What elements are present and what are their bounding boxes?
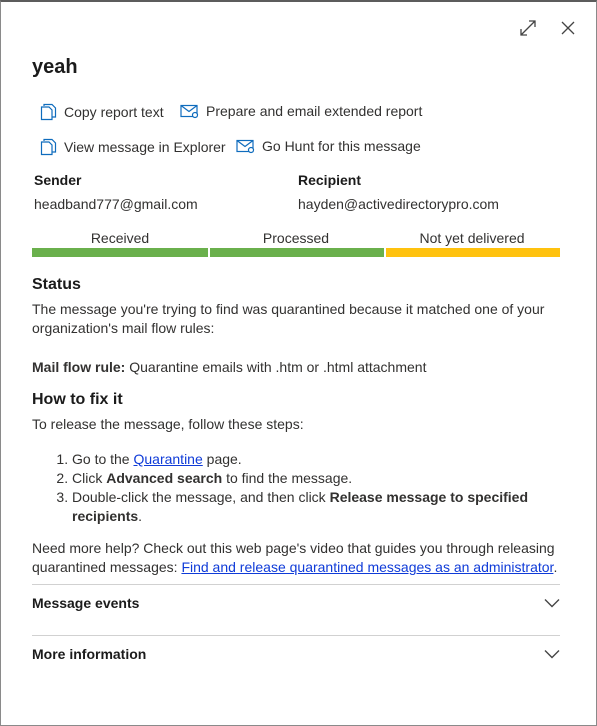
copy-icon [40,103,57,121]
go-hunt-label: Go Hunt for this message [262,138,421,154]
quarantine-link[interactable]: Quarantine [133,451,202,467]
message-events-section[interactable]: Message events [32,591,560,615]
more-information-label: More information [32,646,147,662]
help-text: Need more help? Check out this web page'… [32,539,562,577]
expand-button[interactable] [514,14,542,42]
prepare-email-label: Prepare and email extended report [206,103,423,119]
message-events-label: Message events [32,595,140,611]
mail-flow-rule-label: Mail flow rule: [32,359,126,375]
panel-title: yeah [32,56,78,78]
status-heading: Status [32,276,81,293]
step-text: Click [72,470,107,486]
fix-step: Click Advanced search to find the messag… [72,469,592,488]
email-icon [236,139,255,154]
view-in-explorer-button[interactable]: View message in Explorer [40,138,226,156]
view-in-explorer-label: View message in Explorer [64,139,226,155]
chevron-down-icon [544,650,560,659]
help-text-end: . [553,559,558,575]
step-bold-text: Advanced search [106,470,223,486]
step-text: Go to the [72,451,134,467]
stage-not-yet-delivered: Not yet delivered [384,229,560,257]
stage-label: Processed [262,230,330,246]
divider [32,584,560,585]
chevron-down-icon [544,599,560,608]
delivery-progress: Received Processed Not yet delivered [32,229,560,257]
copy-report-button[interactable]: Copy report text [40,103,164,121]
go-hunt-button[interactable]: Go Hunt for this message [236,138,421,154]
sender-label: Sender [34,172,82,188]
stage-label: Received [90,230,150,246]
step-text: . [138,508,143,524]
stage-processed: Processed [208,229,384,257]
fix-steps: Go to the Quarantine page. Click Advance… [32,450,592,526]
stage-bar [386,248,560,257]
stage-label: Not yet delivered [419,230,525,246]
prepare-email-report-button[interactable]: Prepare and email extended report [180,103,422,119]
stage-received: Received [32,229,208,257]
step-text: to find the message. [222,470,353,486]
mail-flow-rule-value: Quarantine emails with .htm or .html att… [125,359,427,375]
status-text: The message you're trying to find was qu… [32,301,545,336]
sender-value: headband777@gmail.com [34,196,198,212]
close-button[interactable] [554,14,582,42]
email-icon [180,104,199,119]
mail-flow-rule: Mail flow rule: Quarantine emails with .… [32,358,562,377]
step-text: page. [202,451,242,467]
recipient-label: Recipient [298,172,362,188]
release-quarantined-messages-link[interactable]: Find and release quarantined messages as… [181,559,553,575]
fix-step: Double-click the message, and then click… [72,488,592,526]
recipient-value: hayden@activedirectorypro.com [298,196,499,212]
copy-report-label: Copy report text [64,104,164,120]
fix-intro: To release the message, follow these ste… [32,416,304,432]
stage-bar [210,248,384,257]
close-icon [561,21,575,35]
how-to-fix-heading: How to fix it [32,391,123,408]
copy-icon [40,138,57,156]
step-text: Double-click the message, and then click [72,489,330,505]
stage-bar [32,248,208,257]
divider [32,635,560,636]
more-information-section[interactable]: More information [32,642,560,666]
fix-step: Go to the Quarantine page. [72,450,592,469]
expand-icon [520,20,536,36]
